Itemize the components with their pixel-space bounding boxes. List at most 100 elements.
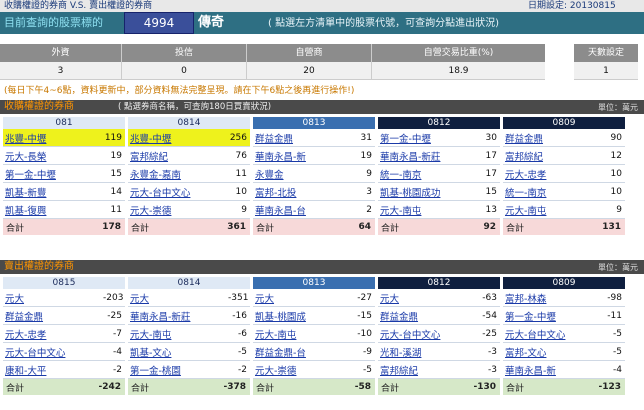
broker-link[interactable]: 元大 bbox=[253, 291, 353, 305]
broker-amount: 14 bbox=[110, 186, 122, 197]
broker-link[interactable]: 華南永昌-新 bbox=[253, 149, 353, 163]
total-value: 92 bbox=[483, 222, 496, 232]
total-value: 131 bbox=[602, 222, 621, 232]
broker-link[interactable]: 永豐金 bbox=[253, 167, 353, 181]
buy-section-hint: ( 點選券商名稱，可查詢180日買賣狀況) bbox=[118, 102, 272, 112]
table-row: 元大-南屯 9 bbox=[503, 201, 625, 219]
broker-link[interactable]: 永豐金-嘉南 bbox=[128, 167, 228, 181]
broker-link[interactable]: 元大-南屯 bbox=[503, 203, 603, 217]
table-row: 元大-台中文心 10 bbox=[128, 183, 250, 201]
broker-link[interactable]: 富邦綜紀 bbox=[503, 149, 603, 163]
broker-link[interactable]: 光和-溪湖 bbox=[378, 345, 478, 359]
stock-code-field[interactable]: 4994 bbox=[124, 12, 194, 34]
broker-link[interactable]: 凱基-桃園成 bbox=[253, 309, 353, 323]
summary-header-foreign: 外資 bbox=[0, 44, 122, 62]
total-label: 合計 bbox=[131, 383, 150, 394]
total-value: -130 bbox=[473, 382, 496, 392]
broker-link[interactable]: 統一-南京 bbox=[503, 185, 603, 199]
broker-amount: 10 bbox=[235, 186, 247, 197]
broker-amount: -7 bbox=[113, 328, 122, 339]
date-setting: 日期設定: 20130815 bbox=[528, 1, 616, 11]
broker-link[interactable]: 統一-南京 bbox=[378, 167, 478, 181]
broker-link[interactable]: 元大 bbox=[378, 291, 478, 305]
broker-link[interactable]: 凱基-新豐 bbox=[3, 185, 103, 199]
broker-amount: 17 bbox=[485, 150, 497, 161]
broker-link[interactable]: 兆豐-中壢 bbox=[3, 131, 103, 145]
broker-link[interactable]: 華南永昌-新 bbox=[503, 363, 603, 377]
broker-amount: -54 bbox=[482, 310, 497, 321]
sell-total-row: 合計 -58 bbox=[253, 379, 375, 395]
summary-header-ratio: 自營交易比重(%) bbox=[372, 44, 545, 62]
broker-link[interactable]: 元大 bbox=[128, 291, 228, 305]
broker-link[interactable]: 元大 bbox=[3, 291, 103, 305]
broker-amount: -16 bbox=[232, 310, 247, 321]
broker-link[interactable]: 凱基-復興 bbox=[3, 203, 103, 217]
broker-link[interactable]: 兆豐-中壢 bbox=[128, 131, 228, 145]
total-label: 合計 bbox=[506, 223, 525, 234]
broker-link[interactable]: 元大-台中文心 bbox=[128, 185, 228, 199]
table-row: 康和-大平 -2 bbox=[3, 361, 125, 379]
total-label: 合計 bbox=[6, 383, 25, 394]
broker-link[interactable]: 華南永昌-新莊 bbox=[128, 309, 228, 323]
total-label: 合計 bbox=[6, 223, 25, 234]
broker-amount: -9 bbox=[363, 346, 372, 357]
broker-link[interactable]: 康和-大平 bbox=[3, 363, 103, 377]
broker-link[interactable]: 富邦綜紀 bbox=[128, 149, 228, 163]
broker-link[interactable]: 元大-長榮 bbox=[3, 149, 103, 163]
buy-column: 0813 群益金鼎 31 華南永昌-新 19 永豐金 9 富邦-北投 3 華南永昌-台 2 合計 64 bbox=[253, 117, 375, 235]
summary-table: 外資 投信 自營商 自營交易比重(%) 3 0 20 18.9 bbox=[0, 44, 545, 80]
sell-column: 0813 元大 -27 凱基-桃園成 -15 元大-南屯 -10 群益金鼎-台 -9 元大-崇德 -… bbox=[253, 277, 375, 395]
sell-column: 0814 元大 -351 華南永昌-新莊 -16 元大-南屯 -6 凱基-文心 -5 第一金-桃園… bbox=[128, 277, 250, 395]
broker-link[interactable]: 群益金鼎 bbox=[378, 309, 478, 323]
broker-link[interactable]: 元大-台中文心 bbox=[3, 345, 103, 359]
broker-link[interactable]: 富邦綜紀 bbox=[378, 363, 478, 377]
broker-link[interactable]: 富邦-文心 bbox=[503, 345, 603, 359]
broker-amount: -98 bbox=[607, 292, 622, 303]
broker-amount: 10 bbox=[610, 186, 622, 197]
broker-amount: -25 bbox=[482, 328, 497, 339]
total-value: -242 bbox=[98, 382, 121, 392]
broker-amount: -4 bbox=[113, 346, 122, 357]
broker-link[interactable]: 群益金鼎 bbox=[253, 131, 353, 145]
top-banner: 收購權證的券商 V.S. 賣出權證的券商 日期設定: 20130815 bbox=[0, 0, 644, 12]
broker-link[interactable]: 元大-南屯 bbox=[128, 327, 228, 341]
broker-link[interactable]: 群益金鼎-台 bbox=[253, 345, 353, 359]
sell-column-date: 0813 bbox=[253, 277, 375, 289]
broker-link[interactable]: 群益金鼎 bbox=[3, 309, 103, 323]
broker-link[interactable]: 第一金-中壢 bbox=[3, 167, 103, 181]
broker-link[interactable]: 元大-忠孝 bbox=[503, 167, 603, 181]
broker-link[interactable]: 元大-台中文心 bbox=[378, 327, 478, 341]
broker-link[interactable]: 第一金-中壢 bbox=[378, 131, 478, 145]
broker-link[interactable]: 第一金-中壢 bbox=[503, 309, 603, 323]
broker-link[interactable]: 元大-南屯 bbox=[378, 203, 478, 217]
sell-column-date: 0815 bbox=[3, 277, 125, 289]
table-row: 富邦綜紀 -3 bbox=[378, 361, 500, 379]
broker-link[interactable]: 群益金鼎 bbox=[503, 131, 603, 145]
query-hint: ( 點選左方清單中的股票代號，可查詢分點進出狀況) bbox=[268, 18, 499, 29]
broker-link[interactable]: 華南永昌-新莊 bbox=[378, 149, 478, 163]
broker-amount: -5 bbox=[613, 328, 622, 339]
table-row: 華南永昌-新 19 bbox=[253, 147, 375, 165]
table-row: 凱基-新豐 14 bbox=[3, 183, 125, 201]
table-row: 元大-忠孝 10 bbox=[503, 165, 625, 183]
broker-link[interactable]: 元大-崇德 bbox=[253, 363, 353, 377]
buy-column-date: 0814 bbox=[128, 117, 250, 129]
days-setting-value[interactable]: 1 bbox=[574, 62, 638, 80]
broker-link[interactable]: 第一金-桃園 bbox=[128, 363, 228, 377]
broker-link[interactable]: 華南永昌-台 bbox=[253, 203, 353, 217]
summary-value-foreign: 3 bbox=[0, 62, 122, 80]
broker-link[interactable]: 元大-崇德 bbox=[128, 203, 228, 217]
broker-link[interactable]: 元大-台中文心 bbox=[503, 327, 603, 341]
sell-column-date: 0814 bbox=[128, 277, 250, 289]
broker-link[interactable]: 富邦-林森 bbox=[503, 291, 603, 305]
table-row: 元大-忠孝 -7 bbox=[3, 325, 125, 343]
table-row: 第一金-中壢 30 bbox=[378, 129, 500, 147]
broker-amount: 17 bbox=[485, 168, 497, 179]
broker-link[interactable]: 凱基-文心 bbox=[128, 345, 228, 359]
broker-amount: -25 bbox=[107, 310, 122, 321]
broker-link[interactable]: 元大-南屯 bbox=[253, 327, 353, 341]
broker-link[interactable]: 凱基-桃園成功 bbox=[378, 185, 478, 199]
table-row: 元大-崇德 9 bbox=[128, 201, 250, 219]
broker-link[interactable]: 富邦-北投 bbox=[253, 185, 353, 199]
broker-link[interactable]: 元大-忠孝 bbox=[3, 327, 103, 341]
